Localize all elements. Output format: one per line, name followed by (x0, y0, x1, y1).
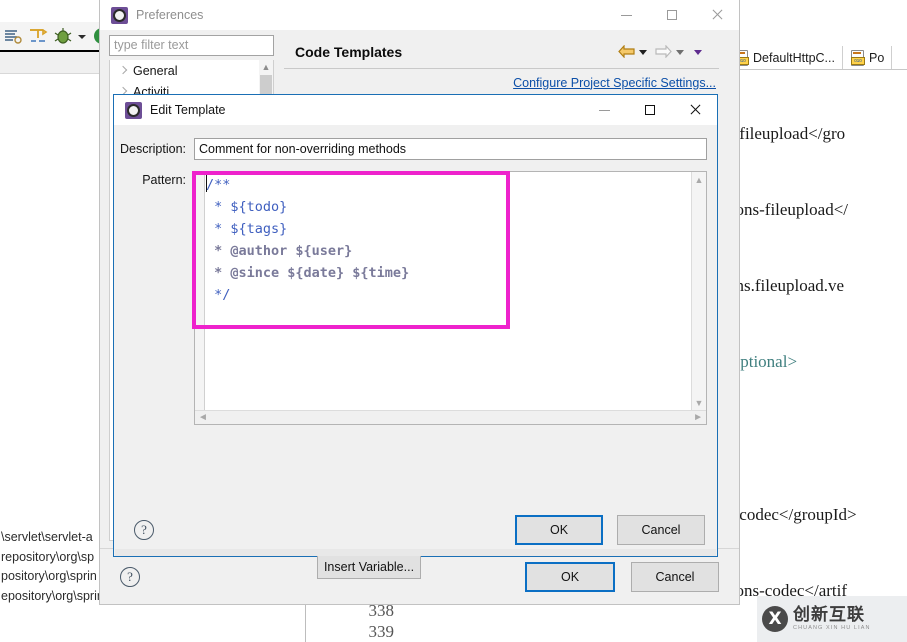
page-header: Code Templates (284, 35, 719, 69)
pattern-vscrollbar[interactable]: ▲ ▼ (691, 172, 706, 410)
cancel-button[interactable]: Cancel (631, 561, 719, 592)
preferences-title: Preferences (136, 8, 204, 22)
description-field[interactable]: Comment for non-overriding methods (194, 138, 707, 160)
sidebar-item-label: General (133, 63, 178, 78)
cancel-button[interactable]: Cancel (617, 515, 705, 545)
edit-template-dialog: Edit Template Description: Comment for n… (113, 94, 718, 579)
pattern-row: Pattern: /** * ${todo} * ${tags} * @auth… (114, 171, 717, 425)
page-title: Code Templates (295, 43, 403, 60)
pattern-line: */ (206, 287, 231, 303)
editor-tab-bar: DefaultHttpC... Po (727, 46, 907, 70)
description-label: Description: (120, 142, 186, 156)
run-external-tools-icon[interactable] (27, 25, 49, 47)
editor-line: s-codec</groupId> (727, 504, 857, 524)
eclipse-gear-icon (125, 101, 142, 119)
editor-line: nons-fileupload</ (727, 200, 849, 220)
pattern-line: * @since ${date} ${time} (206, 265, 410, 281)
minimize-icon[interactable] (582, 95, 627, 125)
xml-file-icon (850, 50, 865, 66)
editor-line: s-fileupload</gro (727, 123, 846, 143)
arrow-right-icon[interactable] (655, 45, 672, 58)
line-number: 339 (368, 622, 395, 641)
configure-row: Configure Project Specific Settings... (284, 69, 719, 96)
maximize-icon[interactable] (627, 95, 672, 125)
scroll-left-icon[interactable]: ◄ (198, 412, 208, 423)
maximize-icon[interactable] (649, 0, 694, 30)
close-icon[interactable] (694, 0, 739, 30)
editor-line-numbers: 338 339 (330, 600, 400, 642)
pattern-label: Pattern: (142, 173, 186, 187)
scroll-up-icon[interactable]: ▲ (692, 172, 706, 187)
forward-history-caret-icon[interactable] (674, 45, 687, 58)
ok-button[interactable]: OK (515, 515, 603, 545)
pattern-hscrollbar[interactable]: ◄ ► (195, 410, 706, 424)
pattern-line: * @author ${user} (206, 243, 353, 259)
text-caret (206, 174, 207, 192)
site-watermark: X 创新互联 CHUANG XIN HU LIAN (757, 596, 907, 642)
editor-tab-label: Po (868, 50, 885, 65)
dialog-bottom-scrollbar[interactable] (115, 549, 716, 556)
editor-tab-pom[interactable]: Po (843, 46, 893, 69)
back-history-caret-icon[interactable] (637, 45, 650, 58)
debug-icon[interactable] (52, 25, 74, 47)
description-row: Description: Comment for non-overriding … (114, 137, 717, 161)
editor-line: ons.fileupload.ve (727, 276, 845, 296)
pattern-text[interactable]: /** * ${todo} * ${tags} * @author ${user… (206, 174, 691, 410)
edit-template-title-bar[interactable]: Edit Template (114, 95, 717, 125)
watermark-logo-icon: X (762, 606, 788, 632)
close-icon[interactable] (672, 95, 717, 125)
outline-icon[interactable] (2, 25, 24, 47)
insert-variable-button[interactable]: Insert Variable... (317, 555, 421, 579)
help-question-icon[interactable]: ? (120, 566, 140, 587)
chevron-right-icon[interactable] (119, 65, 133, 77)
editor-tab-defaulthttpc[interactable]: DefaultHttpC... (727, 46, 843, 69)
debug-dropdown-caret-icon[interactable] (77, 25, 88, 47)
view-menu-caret-icon[interactable] (692, 45, 705, 58)
preferences-title-bar[interactable]: Preferences (100, 0, 739, 30)
pattern-gutter (195, 172, 205, 410)
watermark-title: 创新互联 (793, 605, 865, 625)
edit-template-title: Edit Template (150, 103, 226, 117)
pattern-editor[interactable]: /** * ${todo} * ${tags} * @author ${user… (194, 171, 707, 425)
edit-template-body: Description: Comment for non-overriding … (114, 125, 717, 579)
scroll-right-icon[interactable]: ► (693, 412, 703, 423)
watermark-subtitle: CHUANG XIN HU LIAN (793, 625, 871, 632)
editor-tab-label: DefaultHttpC... (753, 50, 835, 65)
scroll-up-icon[interactable]: ▲ (259, 60, 273, 74)
scroll-down-icon[interactable]: ▼ (692, 395, 706, 410)
ok-button[interactable]: OK (525, 561, 615, 592)
pattern-line: * ${todo} (206, 199, 288, 215)
sidebar-item-general[interactable]: General (110, 60, 273, 81)
pattern-line: * ${tags} (206, 221, 288, 237)
search-input[interactable]: type filter text (109, 35, 274, 56)
help-question-icon[interactable]: ? (134, 520, 154, 540)
configure-project-specific-settings-link[interactable]: Configure Project Specific Settings... (513, 76, 716, 90)
minimize-icon[interactable] (604, 0, 649, 30)
eclipse-gear-icon (111, 6, 128, 24)
pattern-line: /** (206, 177, 231, 193)
arrow-left-icon[interactable] (618, 45, 635, 58)
xml-editor-content[interactable]: s-fileupload</gro nons-fileupload</ ons.… (727, 70, 907, 642)
